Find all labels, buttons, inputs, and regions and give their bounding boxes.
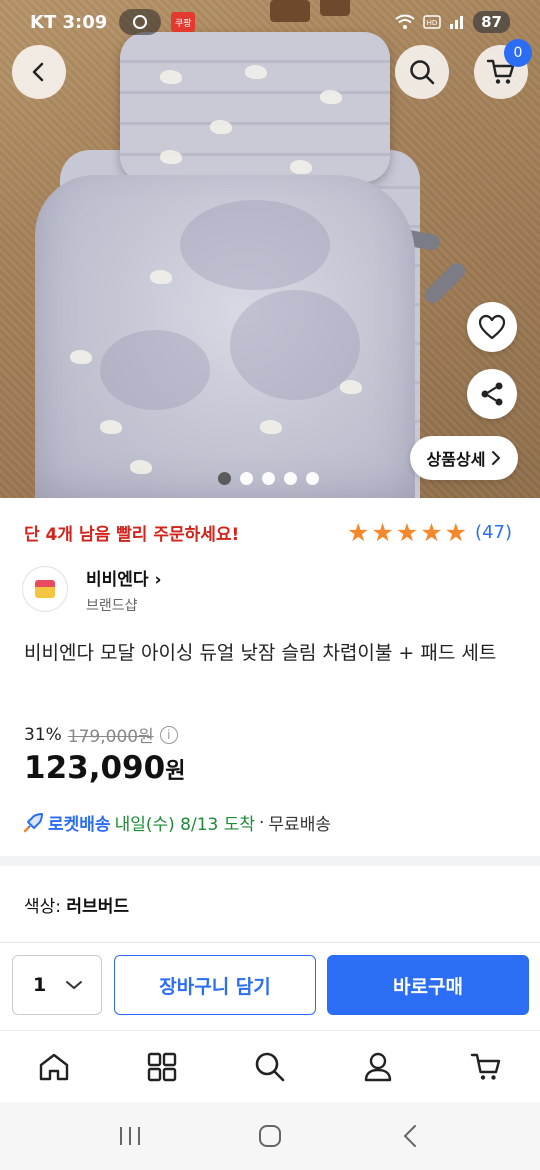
star-icon: ★: [444, 518, 468, 547]
my-page-icon: [364, 1052, 392, 1081]
chevron-right-icon: [492, 451, 501, 465]
cart-count-badge: 0: [504, 39, 532, 67]
carousel-dot[interactable]: [218, 472, 231, 485]
heart-icon: [478, 314, 506, 340]
nav-search[interactable]: [243, 1040, 297, 1094]
recent-apps-button[interactable]: [110, 1116, 150, 1156]
category-icon: [147, 1052, 177, 1081]
brand-name-link[interactable]: 비비엔다 ›: [86, 565, 162, 590]
product-detail-screen: { "status_bar": { "carrier": "KT", "time…: [0, 0, 540, 1170]
quantity-select[interactable]: 1: [12, 955, 102, 1015]
wishlist-button[interactable]: [467, 302, 517, 352]
home-circle-icon: [259, 1125, 281, 1147]
hd-icon: HD: [423, 15, 441, 29]
rating-summary[interactable]: ★ ★ ★ ★ ★ (47): [347, 520, 512, 545]
discount-row: 31% 179,000원 i: [24, 722, 178, 747]
free-shipping-label: 무료배송: [268, 815, 331, 835]
purchase-action-bar: 1 장바구니 담기 바로구매: [0, 942, 540, 1030]
system-back-button[interactable]: [390, 1116, 430, 1156]
search-icon: [255, 1052, 285, 1081]
product-detail-label: 상품상세: [426, 450, 486, 469]
review-count-link[interactable]: (47): [475, 522, 512, 543]
carousel-dot[interactable]: [240, 472, 253, 485]
option-label: 색상:: [24, 897, 62, 917]
search-button[interactable]: [395, 45, 449, 99]
delivery-info: 로켓배송 내일(수) 8/13 도착 · 무료배송: [22, 810, 331, 835]
section-divider: [0, 856, 540, 866]
carousel-dot[interactable]: [306, 472, 319, 485]
star-icon: ★: [346, 518, 370, 547]
clock: 3:09: [62, 11, 108, 33]
color-option-row[interactable]: 색상: 러브버드: [24, 892, 129, 917]
system-back-icon: [403, 1125, 416, 1147]
share-icon: [481, 382, 503, 406]
shop-icon: [35, 580, 55, 598]
carrier-label: KT 3:09: [30, 11, 108, 33]
sale-price: 123,090원: [24, 750, 186, 786]
stock-urgency-text: 단 4개 남음 빨리 주문하세요!: [24, 525, 240, 545]
nav-cart[interactable]: [459, 1040, 513, 1094]
brand-shop-label: 브랜드샵: [86, 598, 138, 614]
app-notification-icon: 쿠팡: [171, 12, 196, 32]
delivery-date: 내일(수) 8/13 도착: [114, 815, 256, 835]
chevron-down-icon: [66, 981, 82, 990]
info-icon[interactable]: i: [159, 725, 178, 744]
carousel-indicator: [218, 472, 319, 485]
battery-level: 87: [473, 11, 510, 33]
wifi-icon: [395, 14, 415, 29]
record-indicator-icon: [119, 9, 162, 35]
option-value: 러브버드: [66, 897, 129, 917]
star-icon: ★: [371, 518, 394, 547]
product-title: 비비엔다 모달 아이싱 듀얼 낮잠 슬림 차렵이불 + 패드 세트: [24, 642, 497, 664]
star-icon: ★: [395, 518, 419, 547]
star-icon: ★: [420, 518, 443, 547]
svg-text:HD: HD: [427, 19, 438, 27]
delivery-separator: ·: [259, 812, 265, 833]
recent-apps-icon: [120, 1127, 140, 1145]
cart-icon: [470, 1053, 501, 1080]
add-to-cart-button[interactable]: 장바구니 담기: [114, 955, 316, 1015]
original-price: 179,000원: [67, 727, 154, 747]
discount-rate: 31%: [24, 724, 62, 745]
cart-button[interactable]: 0: [474, 39, 532, 99]
status-bar: KT 3:09 쿠팡 HD 87: [0, 0, 540, 44]
brand-logo[interactable]: [22, 566, 68, 612]
back-arrow-icon: [32, 62, 44, 82]
product-image[interactable]: [0, 0, 540, 498]
signal-icon: [450, 16, 464, 29]
rocket-icon: [23, 812, 43, 832]
home-icon: [39, 1053, 69, 1080]
carousel-dot[interactable]: [262, 472, 275, 485]
buy-now-button[interactable]: 바로구매: [327, 955, 529, 1015]
chevron-right-icon: ›: [154, 570, 162, 590]
nav-category[interactable]: [135, 1040, 189, 1094]
product-detail-button[interactable]: 상품상세: [410, 436, 518, 480]
nav-home[interactable]: [27, 1040, 81, 1094]
nav-my-page[interactable]: [351, 1040, 405, 1094]
share-button[interactable]: [467, 369, 517, 419]
back-button[interactable]: [12, 45, 66, 99]
carousel-dot[interactable]: [284, 472, 297, 485]
bottom-navigation: [0, 1030, 540, 1102]
home-system-button[interactable]: [250, 1116, 290, 1156]
search-icon: [410, 60, 435, 85]
quantity-value: 1: [33, 974, 47, 996]
system-navigation-bar: [0, 1102, 540, 1170]
rocket-delivery-label: 로켓배송: [48, 815, 111, 835]
